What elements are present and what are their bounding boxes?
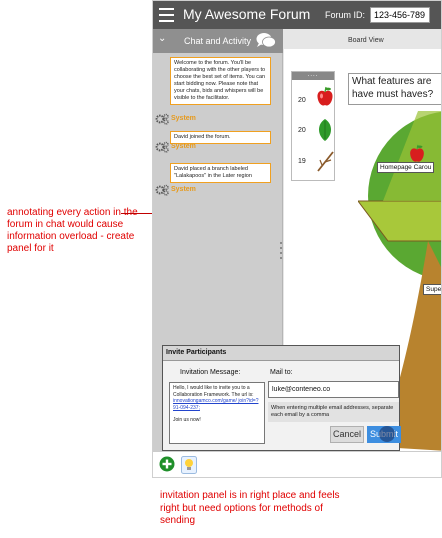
invitation-message-intro: Hello, I would like to invite you to a C… <box>173 385 254 398</box>
forum-id-field[interactable] <box>370 7 430 23</box>
app-title: My Awesome Forum <box>183 6 311 22</box>
invitation-url-link[interactable]: innovationgamco.com/game/ join?id=?91-09… <box>173 398 261 411</box>
chat-bubble-icon <box>256 33 276 48</box>
sender-name: System <box>171 115 196 122</box>
chat-header[interactable]: ⌄ Chat and Activity <box>153 29 283 53</box>
chat-message: Welcome to the forum. You'll be collabor… <box>170 57 271 105</box>
tree-label[interactable]: Supe <box>423 284 441 295</box>
board-view-label: Board View <box>348 37 384 44</box>
invitation-message-label: Invitation Message: <box>180 369 241 376</box>
mail-to-label: Mail to: <box>270 369 293 376</box>
apple-count: 20 <box>298 97 306 104</box>
invite-title: Invite Participants <box>163 346 399 361</box>
annotation-invite-panel: invitation panel is in right place and f… <box>160 490 340 526</box>
panel-resize-handle[interactable] <box>280 239 283 269</box>
sender-name: System <box>171 186 196 193</box>
gear-icon <box>155 113 169 125</box>
bottom-toolbar <box>153 451 441 477</box>
top-bar: My Awesome Forum Forum ID: <box>153 1 441 29</box>
chevron-down-icon[interactable]: ⌄ <box>158 33 166 44</box>
tray-drag-handle[interactable]: .... <box>292 72 334 80</box>
invitation-message-field[interactable]: Hello, I would like to invite you to a C… <box>169 382 265 444</box>
branch-count: 19 <box>298 158 306 165</box>
pointer-cursor <box>379 426 395 442</box>
tree-label[interactable]: Homepage Carou <box>377 162 435 173</box>
apple-icon[interactable] <box>408 144 426 164</box>
mail-to-field[interactable] <box>268 381 399 398</box>
menu-icon[interactable] <box>159 8 174 22</box>
mail-hint: When entering multiple email addresses, … <box>268 402 399 422</box>
branch-icon[interactable] <box>316 150 336 172</box>
item-tray: .... 20 20 19 <box>291 71 335 181</box>
sender-name: System <box>171 143 196 150</box>
leaf-count: 20 <box>298 127 306 134</box>
gear-icon <box>155 141 169 153</box>
forum-id-label: Forum ID: <box>325 10 366 20</box>
cancel-button[interactable]: Cancel <box>330 426 364 443</box>
app-window: My Awesome Forum Forum ID: ⌄ Chat and Ac… <box>152 0 442 478</box>
chat-title: Chat and Activity <box>184 36 252 46</box>
gear-icon <box>155 184 169 196</box>
annotation-chat-overload: annotating every action in the forum in … <box>7 207 138 254</box>
apple-icon[interactable] <box>316 86 334 108</box>
chat-message: David placed a branch labeled "Lalakapoo… <box>170 163 271 183</box>
add-icon[interactable] <box>159 456 175 472</box>
invitation-message-closing: Join us now! <box>173 417 201 423</box>
leaf-icon[interactable] <box>316 118 334 142</box>
lightbulb-icon[interactable] <box>181 456 197 474</box>
invite-panel: Invite Participants Invitation Message: … <box>162 345 401 451</box>
